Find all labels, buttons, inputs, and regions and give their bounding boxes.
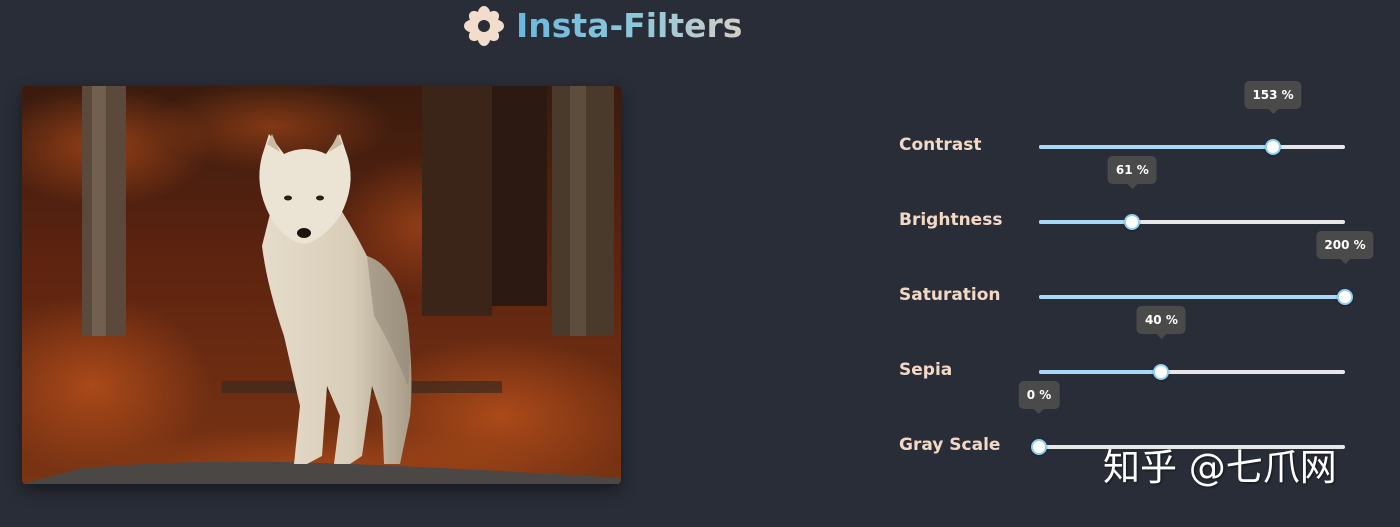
slider-track[interactable] (1039, 370, 1345, 374)
slider-thumb[interactable] (1153, 364, 1170, 380)
sepia-slider[interactable]: 40 % (1039, 306, 1345, 387)
slider-thumb[interactable] (1265, 139, 1282, 155)
slider-track[interactable] (1039, 295, 1345, 299)
filter-sepia: Sepia 40 % (899, 306, 1359, 387)
slider-track[interactable] (1039, 220, 1345, 224)
value-tooltip: 0 % (1018, 381, 1060, 414)
value-tooltip: 61 % (1107, 156, 1157, 189)
filter-saturation: Saturation 200 % (899, 231, 1374, 312)
wolf-photo (22, 86, 621, 484)
slider-fill (1039, 295, 1345, 299)
filter-label-contrast: Contrast (899, 135, 982, 155)
photo-preview (22, 86, 621, 484)
slider-thumb[interactable] (1031, 439, 1047, 455)
slider-fill (1039, 220, 1133, 224)
watermark: 知乎 @七爪网 (1103, 446, 1337, 489)
slider-fill (1039, 370, 1162, 374)
slider-track[interactable] (1039, 145, 1345, 149)
filter-label-saturation: Saturation (899, 285, 1001, 305)
filter-label-sepia: Sepia (899, 360, 953, 380)
filter-brightness: Brightness 61 % (899, 156, 1359, 237)
contrast-slider[interactable]: 153 % (1039, 81, 1345, 162)
slider-thumb[interactable] (1124, 214, 1141, 230)
app-header: Insta-Filters (464, 4, 742, 48)
value-tooltip: 153 % (1244, 81, 1302, 114)
filter-label-gray-scale: Gray Scale (899, 435, 1001, 455)
slider-fill (1039, 145, 1274, 149)
saturation-slider[interactable]: 200 % (1039, 231, 1374, 312)
value-tooltip: 40 % (1136, 306, 1186, 339)
slider-thumb[interactable] (1337, 289, 1353, 305)
brightness-slider[interactable]: 61 % (1039, 156, 1345, 237)
app-title: Insta-Filters (516, 4, 742, 48)
filter-label-brightness: Brightness (899, 210, 1003, 230)
value-tooltip: 200 % (1316, 231, 1374, 264)
flower-icon (464, 6, 504, 46)
